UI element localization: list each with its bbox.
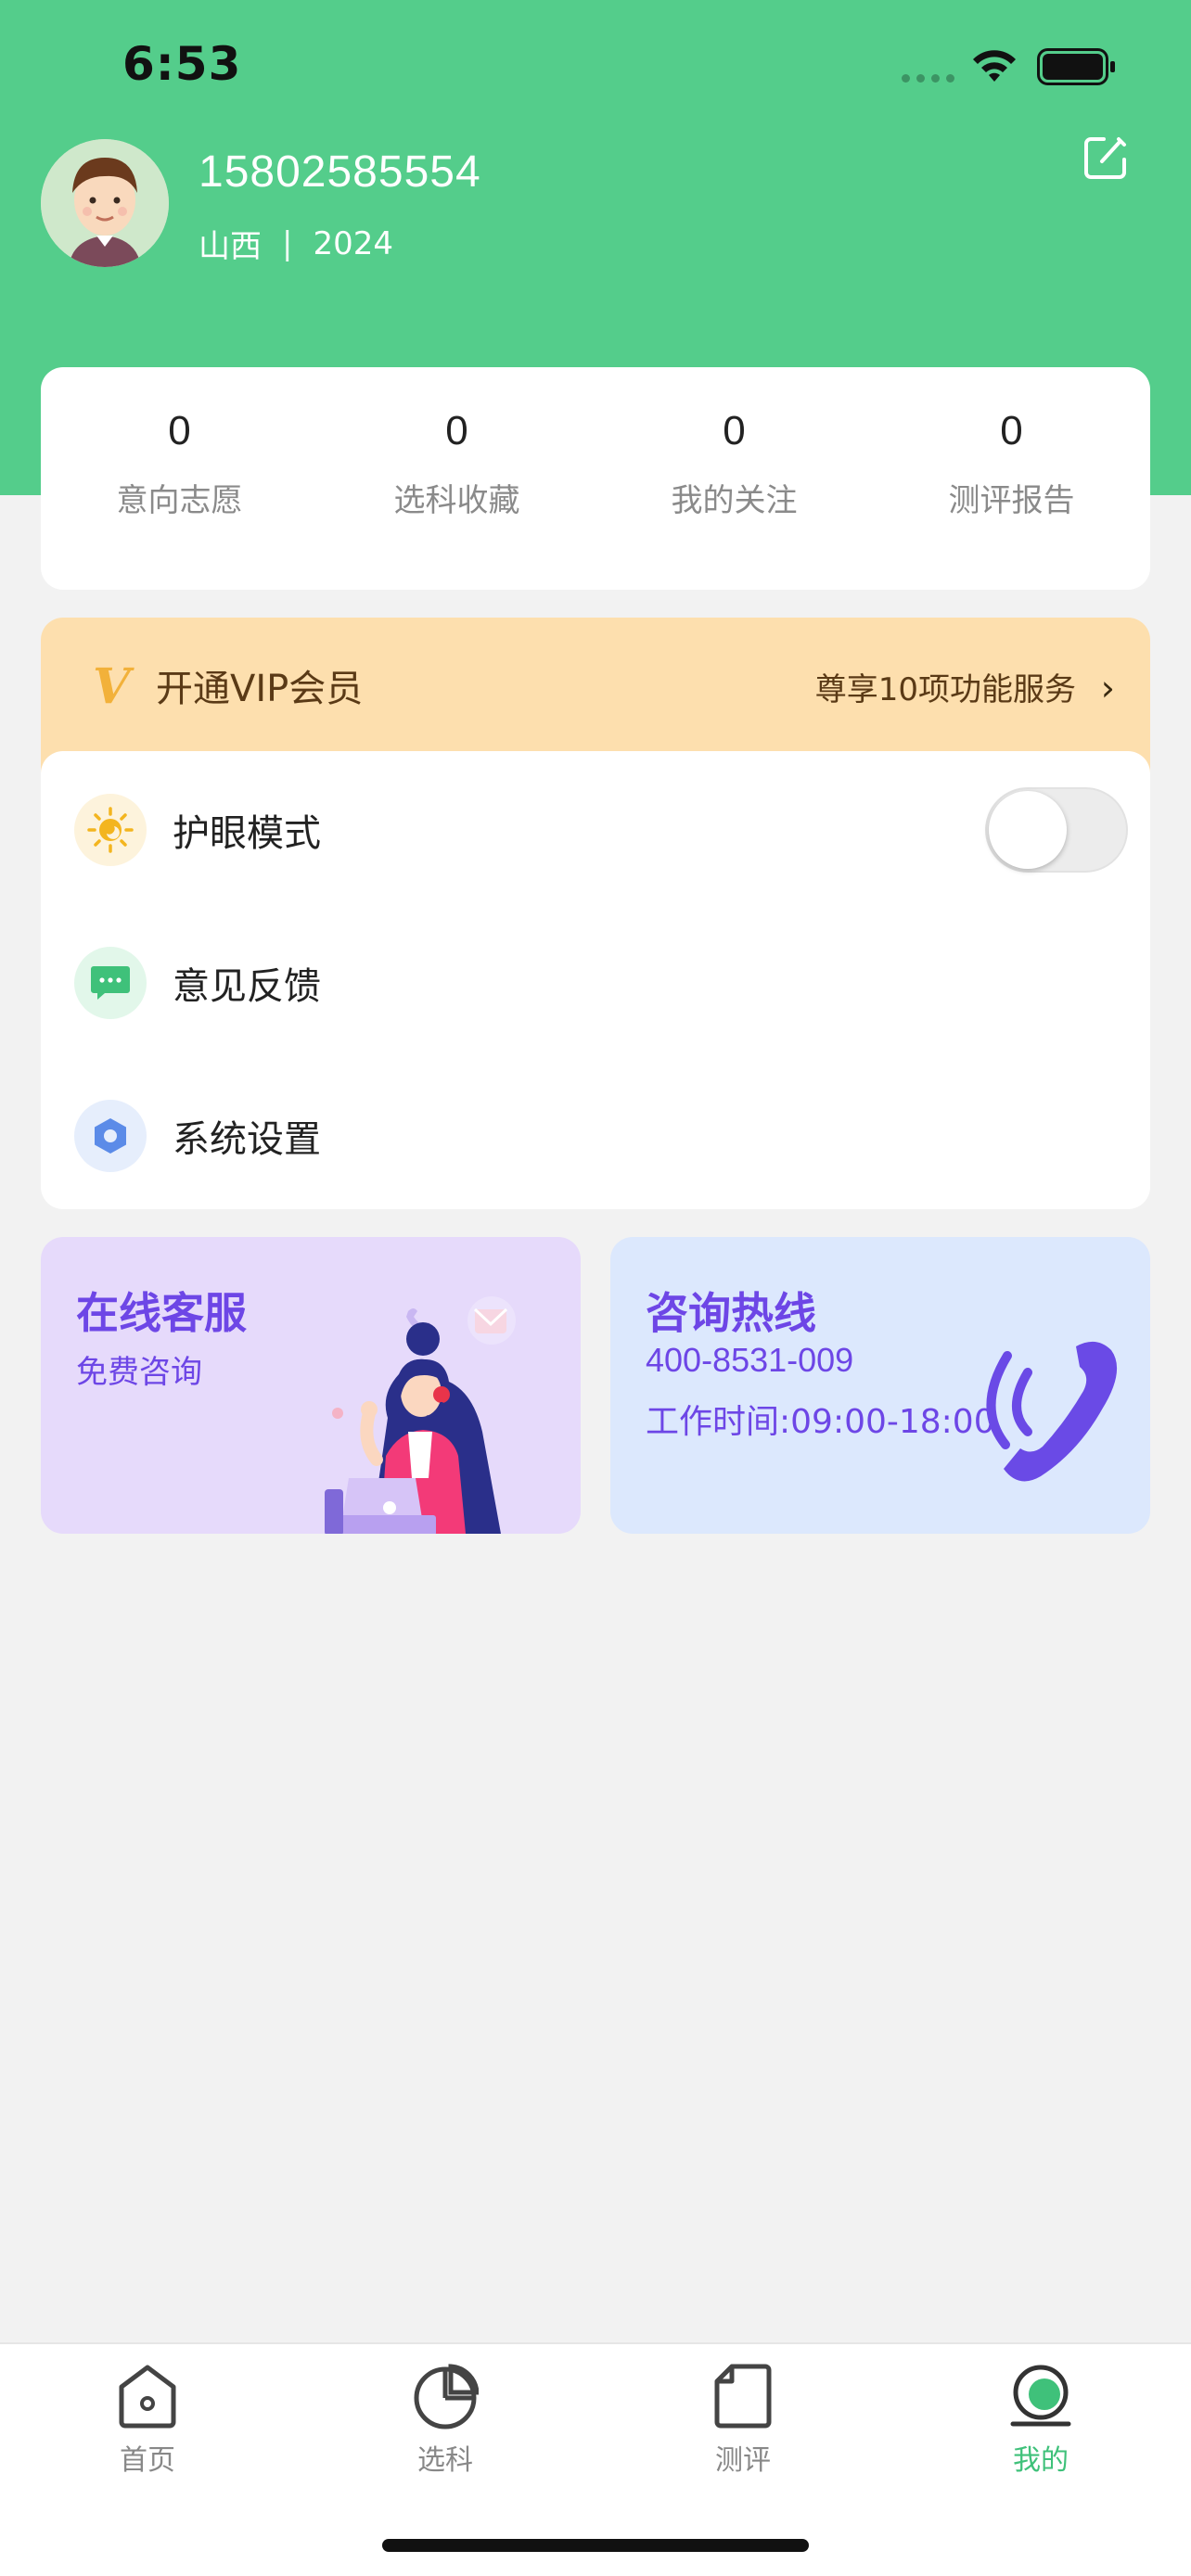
sun-icon [74,794,147,866]
tab-label: 选科 [417,2444,473,2477]
menu-label: 系统设置 [173,1118,321,1161]
stats-card: 0 意向志愿 0 选科收藏 0 我的关注 0 测评报告 [41,367,1150,590]
home-icon [119,2365,176,2429]
document-icon [714,2364,772,2429]
stat-value: 0 [723,408,746,453]
stat-label: 意向志愿 [116,482,243,519]
tab-subject-selection[interactable]: 选科 [371,2363,519,2478]
battery-icon [1037,48,1115,85]
meta-separator: | [282,224,293,262]
user-year: 2024 [313,224,393,262]
stat-intent-volunteer[interactable]: 0 意向志愿 [41,367,318,590]
vip-title: 开通VIP会员 [156,668,364,710]
tab-assessment[interactable]: 测评 [669,2363,817,2478]
edit-icon[interactable] [1082,134,1130,182]
tab-label: 我的 [1013,2444,1069,2477]
phone-receiver-icon [986,1341,1118,1482]
service-title: 在线客服 [76,1288,247,1338]
hotline-number[interactable]: 400-8531-009 [646,1341,853,1380]
stat-assessment-reports[interactable]: 0 测评报告 [873,367,1150,590]
menu-label: 护眼模式 [173,812,321,855]
wifi-icon [973,50,1016,82]
pie-chart-icon [414,2364,479,2429]
stat-subject-favorites[interactable]: 0 选科收藏 [318,367,596,590]
stat-value: 0 [1000,408,1023,453]
menu-item-feedback[interactable]: 意见反馈 [41,918,1150,1048]
vip-subtitle: 尊享10项功能服务 [814,671,1076,708]
service-subtitle: 免费咨询 [76,1354,202,1391]
hotline-card[interactable]: 咨询热线 400-8531-009 工作时间:09:00-18:00 [610,1237,1150,1534]
cellular-signal-icon [902,74,954,83]
menu-label: 意见反馈 [173,965,321,1008]
avatar[interactable] [41,139,169,267]
eye-protection-toggle[interactable] [985,787,1128,873]
tab-mine[interactable]: 我的 [967,2363,1115,2478]
tab-home[interactable]: 首页 [73,2363,222,2478]
online-service-card[interactable]: 在线客服 免费咨询 [41,1237,581,1534]
status-time: 6:53 [122,37,242,91]
vip-logo-icon: V [93,658,131,715]
stat-value: 0 [168,408,191,453]
menu-item-system-settings[interactable]: 系统设置 [41,1071,1150,1201]
settings-icon [74,1100,147,1172]
stat-value: 0 [445,408,468,453]
stat-label: 选科收藏 [393,482,520,519]
user-phone: 15802585554 [198,147,481,197]
hotline-title: 咨询热线 [646,1288,816,1338]
chevron-right-icon: › [1100,668,1115,708]
customer-service-agent-illustration [325,1296,516,1534]
toggle-knob [989,791,1067,869]
hotline-hours: 工作时间:09:00-18:00 [646,1403,995,1441]
tab-label: 测评 [715,2444,771,2477]
stat-label: 测评报告 [948,482,1075,519]
profile-meta: 山西 | 2024 [198,221,393,266]
menu-item-eye-protection[interactable]: 护眼模式 [41,765,1150,895]
home-indicator [382,2539,809,2552]
settings-menu: 护眼模式 意见反馈 系统设置 [41,751,1150,1209]
user-region: 山西 [198,228,262,265]
tab-label: 首页 [120,2444,175,2477]
feedback-icon [74,947,147,1019]
stat-label: 我的关注 [671,482,798,519]
profile-icon [1010,2365,1071,2427]
stat-my-follows[interactable]: 0 我的关注 [596,367,873,590]
